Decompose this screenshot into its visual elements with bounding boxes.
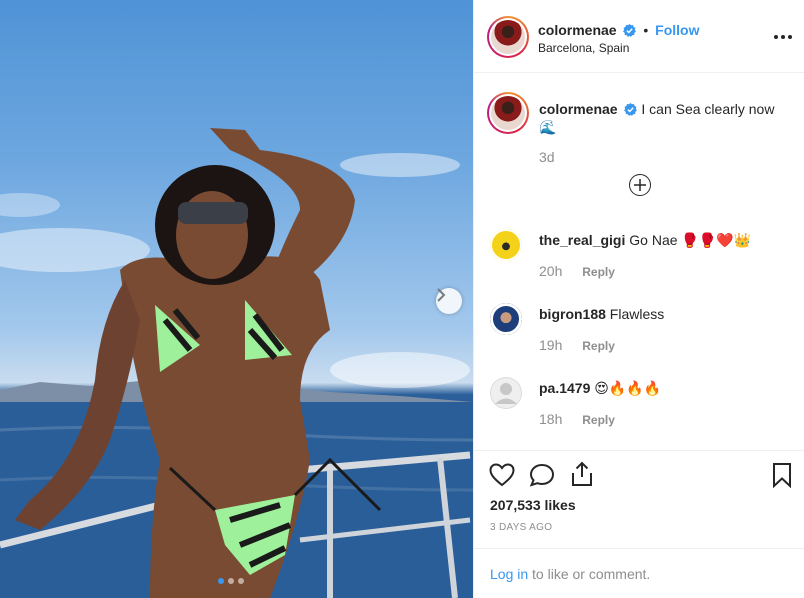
verified-badge-icon <box>623 24 637 37</box>
comment-emoji: 🥊🥊❤️👑 <box>681 233 752 249</box>
caption-username[interactable]: colormenae <box>539 101 618 117</box>
comment-username[interactable]: bigron188 <box>539 306 606 322</box>
reply-button[interactable]: Reply <box>582 339 615 353</box>
plus-circle-icon <box>634 179 646 191</box>
caption-age[interactable]: 3d <box>539 149 555 165</box>
comment-row: pa.1479 😍🔥🔥🔥 <box>539 380 661 397</box>
caption: colormenae I can Sea clearly now 🌊 <box>539 100 789 137</box>
share-icon[interactable] <box>569 461 595 487</box>
follow-button[interactable]: Follow <box>655 22 699 38</box>
post-timestamp[interactable]: 3 DAYS AGO <box>490 522 552 533</box>
next-photo-button[interactable] <box>436 288 462 314</box>
photo-illustration <box>0 128 473 598</box>
comment-avatar[interactable] <box>490 229 522 261</box>
login-prompt: Log in to like or comment. <box>490 566 650 582</box>
post-photo[interactable] <box>0 0 473 598</box>
comment-avatar[interactable] <box>490 377 522 409</box>
post-location[interactable]: Barcelona, Spain <box>538 41 629 55</box>
bookmark-icon[interactable] <box>772 462 792 488</box>
load-more-comments-button[interactable] <box>629 174 651 196</box>
comment-icon[interactable] <box>529 463 555 487</box>
comment-text: Flawless <box>609 306 665 322</box>
reply-button[interactable]: Reply <box>582 413 615 427</box>
header-separator: • <box>643 22 649 38</box>
chevron-right-icon <box>437 288 446 302</box>
login-link[interactable]: Log in <box>490 566 528 582</box>
comment-age[interactable]: 19h <box>539 337 562 353</box>
comment-age[interactable]: 20h <box>539 263 562 279</box>
carousel-dot-3 <box>238 578 244 584</box>
post-sidebar: colormenae • Follow Barcelona, Spain col… <box>473 0 804 598</box>
carousel-indicator <box>218 578 244 584</box>
comment-meta: 20h Reply <box>539 263 615 279</box>
comment-row: bigron188 Flawless <box>539 306 664 323</box>
author-avatar[interactable] <box>487 16 529 58</box>
comment-meta: 19h Reply <box>539 337 615 353</box>
comment-emoji: 😍🔥🔥🔥 <box>594 381 662 397</box>
verified-badge-icon <box>624 103 638 116</box>
login-prompt-text: to like or comment. <box>528 566 651 582</box>
comment-row: the_real_gigi Go Nae 🥊🥊❤️👑 <box>539 232 751 249</box>
post-actions: 207,533 likes 3 DAYS AGO <box>474 450 804 550</box>
comment-text: Go Nae <box>629 232 678 248</box>
like-count[interactable]: 207,533 likes <box>490 497 576 513</box>
caption-avatar[interactable] <box>487 92 529 134</box>
reply-button[interactable]: Reply <box>582 265 615 279</box>
comment-avatar[interactable] <box>490 303 522 335</box>
carousel-dot-2 <box>228 578 234 584</box>
heart-icon[interactable] <box>489 463 515 487</box>
comment-meta: 18h Reply <box>539 411 615 427</box>
comment-age[interactable]: 18h <box>539 411 562 427</box>
comment-username[interactable]: pa.1479 <box>539 380 590 396</box>
more-options-icon[interactable] <box>774 29 792 45</box>
caption-text: I can Sea clearly now <box>641 101 775 117</box>
author-username[interactable]: colormenae <box>538 22 617 38</box>
default-avatar-icon <box>490 377 522 409</box>
comment-username[interactable]: the_real_gigi <box>539 232 625 248</box>
carousel-dot-1 <box>218 578 224 584</box>
post-header: colormenae • Follow Barcelona, Spain <box>474 0 804 73</box>
login-prompt-bar: Log in to like or comment. <box>474 548 804 598</box>
wave-emoji: 🌊 <box>539 120 557 136</box>
